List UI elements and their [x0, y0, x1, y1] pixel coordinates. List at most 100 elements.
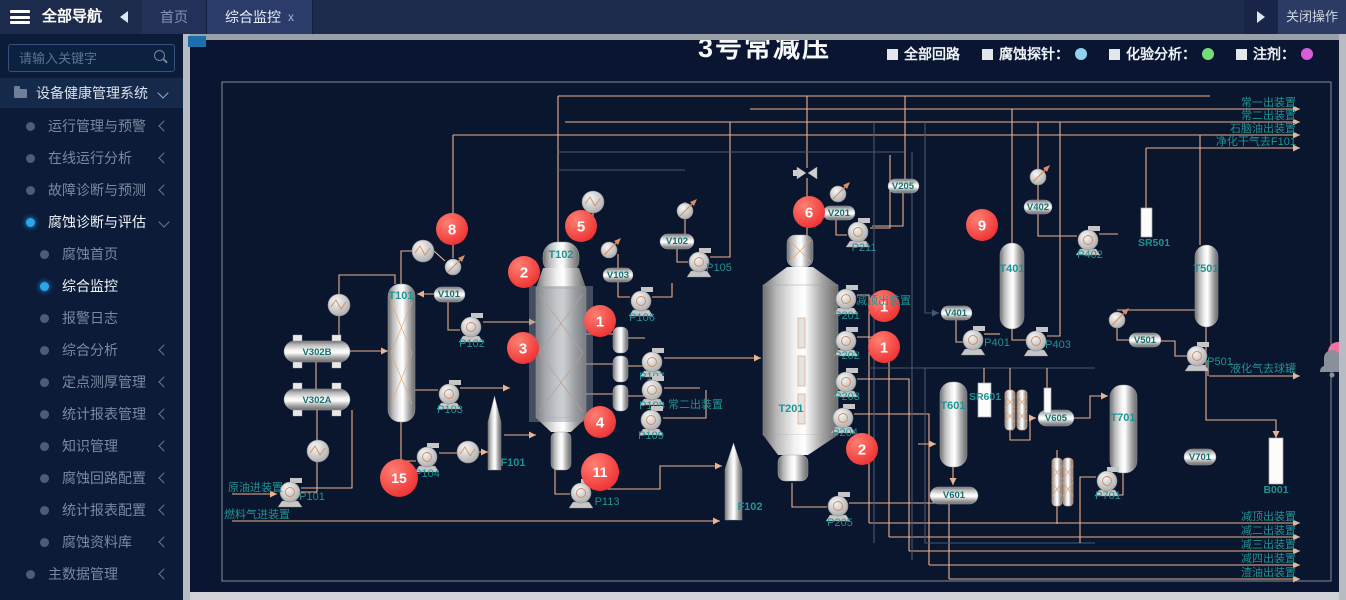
legend-item-注剂[interactable]: 注剂： — [1236, 44, 1313, 64]
alarm-badge[interactable]: 1 — [584, 305, 616, 337]
alarm-badge[interactable]: 15 — [380, 459, 418, 497]
hamburger-menu-icon[interactable] — [10, 10, 30, 24]
sidebar-item-腐蚀资料库[interactable]: 腐蚀资料库 — [0, 526, 183, 558]
chevron-left-icon — [158, 152, 169, 163]
frame-right-scrollbar[interactable] — [1339, 34, 1346, 600]
svg-text:减顶出装置: 减顶出装置 — [856, 293, 911, 307]
legend-color-dot — [1202, 48, 1214, 60]
equipment-V205[interactable]: V205 — [888, 179, 919, 193]
sidebar-item-label: 故障诊断与预测 — [48, 180, 160, 200]
drum — [613, 356, 628, 382]
sidebar-item-在线运行分析[interactable]: 在线运行分析 — [0, 142, 183, 174]
frame-left-scrollbar[interactable] — [183, 34, 190, 600]
svg-text:2: 2 — [520, 264, 528, 281]
svg-text:P202: P202 — [834, 350, 860, 362]
equipment-V101[interactable]: V101 — [434, 287, 465, 302]
equipment-T601[interactable]: T601 — [940, 382, 967, 467]
svg-text:液化气去球罐: 液化气去球罐 — [1230, 361, 1296, 375]
close-operations-button[interactable]: 关闭操作 — [1278, 0, 1346, 34]
sidebar-item-综合分析[interactable]: 综合分析 — [0, 334, 183, 366]
equipment-V501[interactable]: V501 — [1129, 333, 1161, 347]
twin-exchanger — [1052, 458, 1062, 506]
legend-item-化验分析[interactable]: 化验分析： — [1109, 44, 1214, 64]
legend-label: 注剂： — [1253, 44, 1295, 64]
chevron-left-icon — [158, 376, 169, 387]
sidebar-item-定点测厚管理[interactable]: 定点测厚管理 — [0, 366, 183, 398]
process-flow-diagram[interactable]: T101T102T201T401T501T601T701V101V302BV30… — [190, 40, 1339, 592]
checkbox[interactable] — [982, 49, 993, 60]
equipment-T401[interactable]: T401 — [999, 243, 1024, 329]
stream-label: 减三出装置 — [1241, 537, 1296, 551]
svg-text:P403: P403 — [1045, 339, 1071, 351]
expand-right-arrow-button[interactable] — [1244, 0, 1278, 34]
equipment-T701[interactable]: T701 — [1110, 385, 1137, 473]
svg-text:P102: P102 — [459, 338, 485, 350]
equipment-V402[interactable]: V402 — [1024, 200, 1052, 214]
svg-text:V601: V601 — [943, 490, 966, 501]
legend-color-dot — [1075, 48, 1087, 60]
svg-text:P105: P105 — [706, 262, 732, 274]
sidebar-root-label: 设备健康管理系统 — [36, 83, 159, 103]
menu-dot-icon — [40, 378, 49, 387]
svg-text:T701: T701 — [1110, 412, 1135, 424]
sidebar-item-腐蚀诊断与评估[interactable]: 腐蚀诊断与评估 — [0, 206, 183, 238]
alarm-badge[interactable]: 9 — [966, 209, 998, 241]
alarm-badge[interactable]: 3 — [507, 332, 539, 364]
alarm-badge[interactable]: 4 — [584, 406, 616, 438]
collapse-left-arrow-icon[interactable] — [120, 11, 128, 23]
tab-2[interactable]: 综合监控x — [207, 0, 313, 34]
search-input[interactable] — [17, 46, 146, 70]
svg-text:P211: P211 — [852, 242, 877, 254]
sidebar-item-label: 报警日志 — [62, 308, 183, 328]
sidebar-item-统计报表配置[interactable]: 统计报表配置 — [0, 494, 183, 526]
search-icon[interactable] — [154, 50, 165, 61]
sidebar-item-腐蚀首页[interactable]: 腐蚀首页 — [0, 238, 183, 270]
legend-item-腐蚀探针[interactable]: 腐蚀探针： — [982, 44, 1087, 64]
twin-exchanger — [1005, 390, 1015, 430]
sidebar-item-主数据管理[interactable]: 主数据管理 — [0, 558, 183, 590]
right-arrow-icon — [1257, 11, 1265, 23]
sidebar-item-知识管理[interactable]: 知识管理 — [0, 430, 183, 462]
sidebar-item-综合监控[interactable]: 综合监控 — [0, 270, 183, 302]
sidebar-item-腐蚀回路配置[interactable]: 腐蚀回路配置 — [0, 462, 183, 494]
equipment-V401[interactable]: V401 — [941, 306, 972, 320]
sidebar-root-system[interactable]: 设备健康管理系统 — [0, 78, 183, 108]
sidebar-item-label: 腐蚀回路配置 — [62, 468, 160, 488]
alarm-badge[interactable]: 1 — [868, 331, 900, 363]
checkbox[interactable] — [1109, 49, 1120, 60]
sidebar-item-label: 定点测厚管理 — [62, 372, 160, 392]
sidebar-item-报警日志[interactable]: 报警日志 — [0, 302, 183, 334]
equipment-V605[interactable]: V605 — [1038, 410, 1074, 426]
svg-text:T501: T501 — [1193, 263, 1218, 275]
legend-item-全部回路[interactable]: 全部回路 — [887, 44, 960, 64]
alarm-badge[interactable]: 2 — [846, 433, 878, 465]
alarm-badge[interactable]: 11 — [581, 453, 619, 491]
sidebar-item-运行管理与预警[interactable]: 运行管理与预警 — [0, 110, 183, 142]
stream-label: 减顶出装置 — [856, 293, 911, 307]
alarm-badge[interactable]: 5 — [565, 210, 597, 242]
equipment-V103[interactable]: V103 — [603, 268, 633, 282]
checkbox[interactable] — [1236, 49, 1247, 60]
equipment-T501[interactable]: T501 — [1193, 245, 1218, 327]
heat-exchanger — [457, 441, 479, 463]
equipment-V701[interactable]: V701 — [1184, 449, 1216, 465]
equipment-V201[interactable]: V201 — [823, 206, 855, 220]
frame-bottom-scrollbar[interactable] — [190, 592, 1339, 600]
equipment-V601[interactable]: V601 — [930, 487, 978, 504]
equipment-V102[interactable]: V102 — [660, 234, 694, 249]
alarm-badge[interactable]: 6 — [793, 196, 825, 228]
alarm-badge[interactable]: 2 — [508, 256, 540, 288]
sidebar-item-故障诊断与预测[interactable]: 故障诊断与预测 — [0, 174, 183, 206]
svg-text:V501: V501 — [1134, 335, 1157, 346]
close-icon[interactable]: x — [288, 11, 294, 23]
sidebar-item-统计报表管理[interactable]: 统计报表管理 — [0, 398, 183, 430]
checkbox[interactable] — [887, 49, 898, 60]
tab-1[interactable]: 首页 — [142, 0, 207, 34]
twin-exchanger — [1063, 458, 1073, 506]
svg-text:T601: T601 — [940, 400, 965, 412]
legend-label: 化验分析： — [1126, 44, 1196, 64]
svg-text:V701: V701 — [1189, 452, 1212, 463]
alarm-badge[interactable]: 8 — [436, 213, 468, 245]
equipment-T101[interactable]: T101 — [388, 284, 415, 422]
svg-text:减二出装置: 减二出装置 — [1241, 523, 1296, 537]
